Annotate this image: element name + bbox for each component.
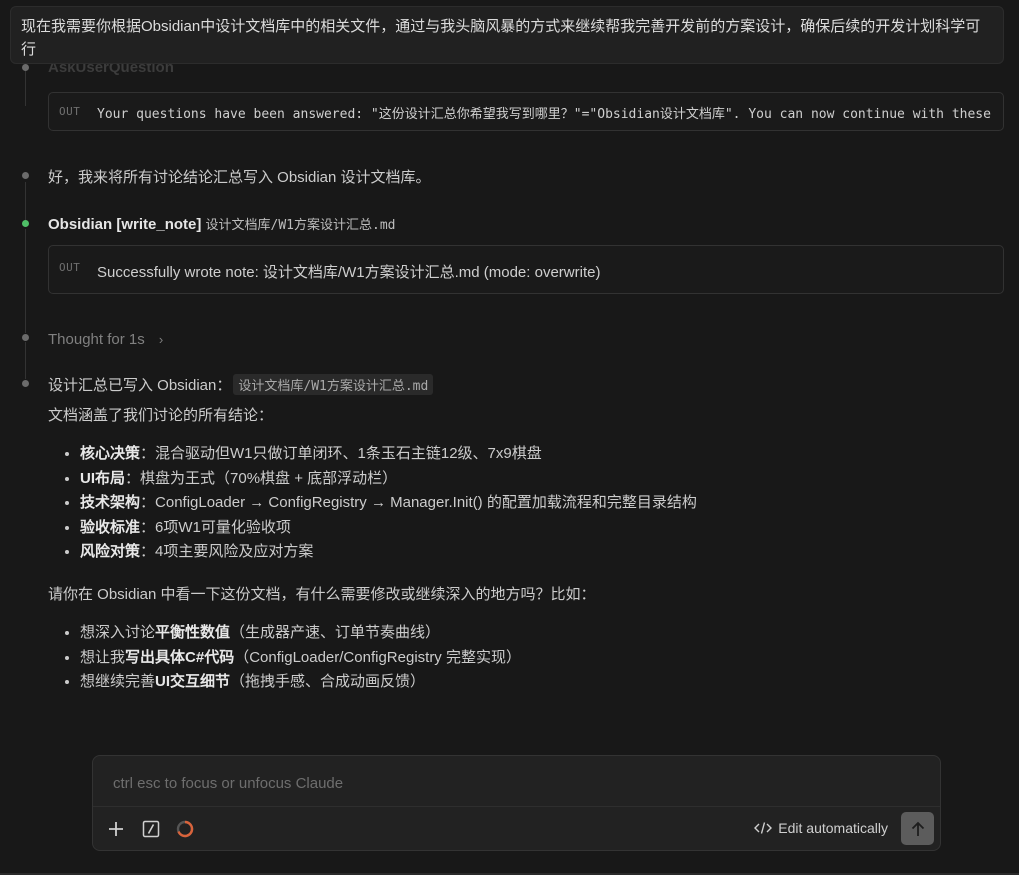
decisions-list: 核心决策：混合驱动但W1只做订单闭环、1条玉石主链12级、7x9棋盘 UI布局：… [62, 442, 697, 565]
list-item: 核心决策：混合驱动但W1只做订单闭环、1条玉石主链12级、7x9棋盘 [80, 442, 697, 467]
message-composer: Edit automatically [92, 755, 941, 851]
list-item: 验收标准：6项W1可量化验收项 [80, 516, 697, 541]
chevron-right-icon: › [158, 332, 164, 347]
edit-mode-label: Edit automatically [778, 820, 888, 836]
summary-line: 设计汇总已写入 Obsidian： 设计文档库/W1方案设计汇总.md [48, 374, 434, 395]
list-item: 风险对策：4项主要风险及应对方案 [80, 540, 697, 565]
list-item: 想深入讨论平衡性数值（生成器产速、订单节奏曲线） [80, 621, 521, 646]
arrow-up-icon [911, 821, 924, 836]
tool-output: OUT Successfully wrote note: 设计文档库/W1方案设… [48, 245, 1004, 294]
send-button[interactable] [901, 812, 934, 845]
thought-label: Thought for 1s [48, 331, 145, 348]
timeline-dot [22, 64, 29, 71]
user-message: 现在我需要你根据Obsidian中设计文档库中的相关文件，通过与我头脑风暴的方式… [10, 6, 1004, 64]
thought-toggle[interactable]: Thought for 1s › [48, 331, 163, 348]
output-text: Successfully wrote note: 设计文档库/W1方案设计汇总.… [97, 264, 601, 281]
tool-name: Obsidian [write_note] [48, 216, 202, 233]
out-label: OUT [59, 105, 81, 118]
list-item: 想继续完善UI交互细节（拖拽手感、合成动画反馈） [80, 670, 521, 695]
assistant-message: 好，我来将所有讨论结论汇总写入 Obsidian 设计文档库。 [48, 169, 431, 186]
timeline-connector [25, 342, 26, 379]
ask-user-question-output: OUT Your questions have been answered: "… [48, 92, 1004, 131]
plus-icon[interactable] [105, 818, 127, 840]
prompt-input[interactable] [111, 770, 915, 796]
timeline-connector [25, 229, 26, 333]
timeline-dot [22, 172, 29, 179]
slash-command-icon[interactable] [140, 818, 162, 840]
inline-code-path: 设计文档库/W1方案设计汇总.md [233, 374, 434, 395]
success-dot [22, 220, 29, 227]
summary-prefix: 设计汇总已写入 Obsidian： [48, 377, 232, 394]
timeline-dot [22, 334, 29, 341]
summary-intro: 文档涵盖了我们讨论的所有结论： [48, 407, 274, 424]
composer-divider [93, 806, 940, 807]
options-list: 想深入讨论平衡性数值（生成器产速、订单节奏曲线） 想让我写出具体C#代码（Con… [62, 621, 521, 695]
tool-call-header[interactable]: Obsidian [write_note] 设计文档库/W1方案设计汇总.md [48, 214, 396, 233]
code-icon [754, 822, 773, 834]
context-usage-icon[interactable] [174, 818, 196, 840]
output-text: Your questions have been answered: "这份设计… [97, 107, 991, 122]
list-item: UI布局：棋盘为王式（70%棋盘 + 底部浮动栏） [80, 467, 697, 492]
follow-up-question: 请你在 Obsidian 中看一下这份文档，有什么需要修改或继续深入的地方吗？比… [48, 586, 596, 603]
edit-mode-toggle[interactable]: Edit automatically [754, 820, 888, 836]
tool-path: 设计文档库/W1方案设计汇总.md [205, 218, 396, 233]
list-item: 技术架构：ConfigLoader → ConfigRegistry → Man… [80, 491, 697, 516]
chat-panel: AskUserQuestion OUT Your questions have … [0, 0, 1019, 875]
list-item: 想让我写出具体C#代码（ConfigLoader/ConfigRegistry … [80, 646, 521, 671]
out-label: OUT [59, 261, 81, 274]
timeline-dot [22, 380, 29, 387]
timeline-connector [25, 182, 26, 220]
